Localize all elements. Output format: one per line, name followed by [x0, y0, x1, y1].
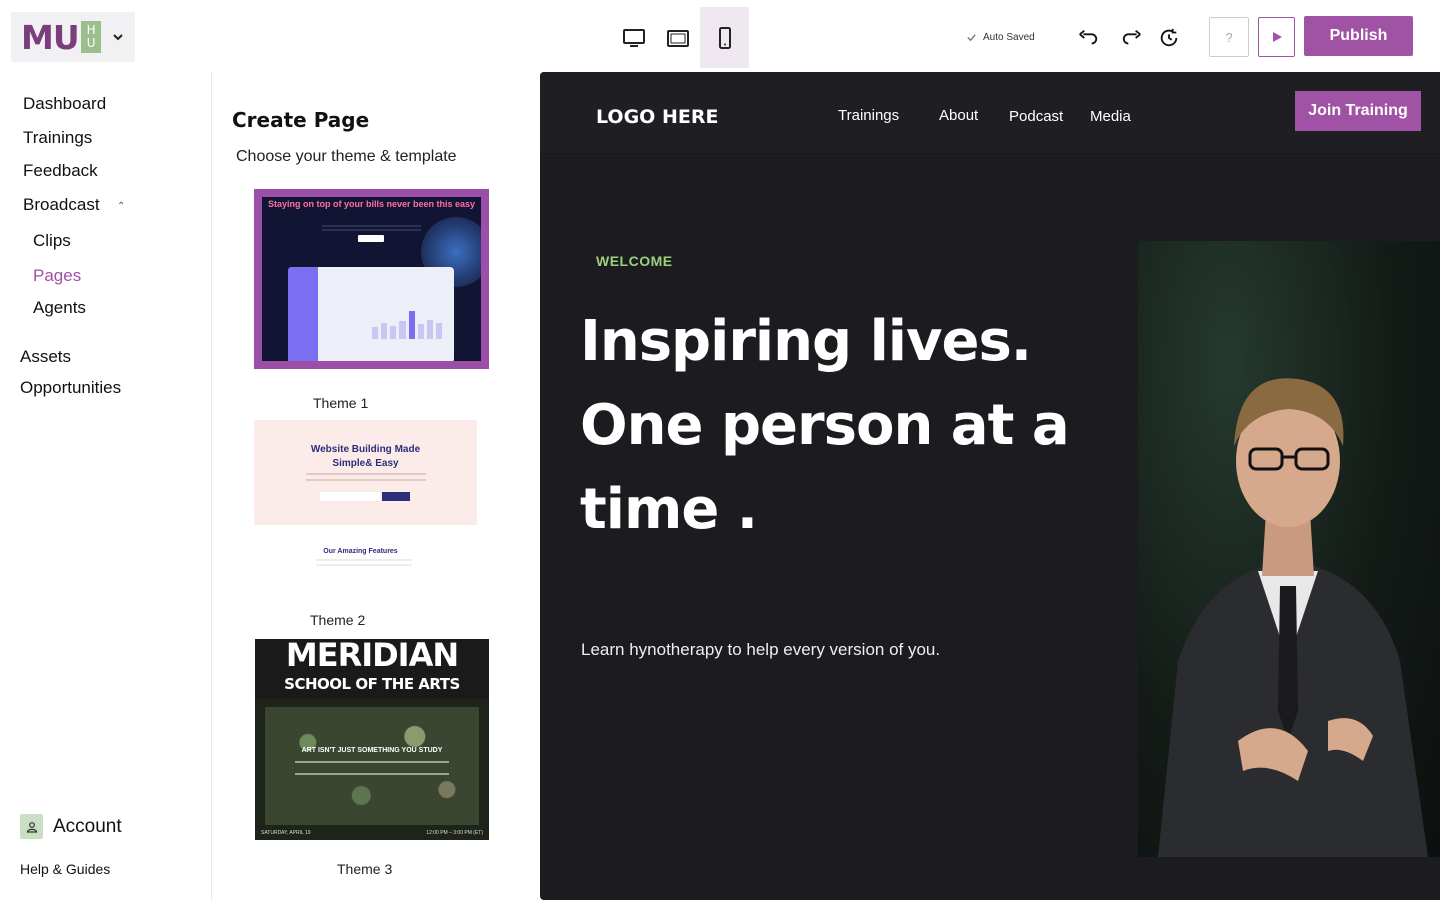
sidebar-item-broadcast[interactable]: Broadcast: [23, 195, 100, 215]
theme-2-features: Our Amazing Features: [254, 548, 477, 566]
redo-icon: [1122, 29, 1141, 45]
preview-logo: LOGO HERE: [596, 106, 719, 128]
mobile-view-button[interactable]: [700, 7, 749, 68]
page-title: Create Page: [232, 108, 370, 132]
theme-3-thumbnail[interactable]: MERIDIAN SCHOOL OF THE ARTS ART ISN'T JU…: [255, 639, 489, 840]
panel-subtitle: Choose your theme & template: [236, 148, 457, 165]
theme-2-label: Theme 2: [310, 612, 366, 628]
theme-3-time: 12:00 PM – 3:00 PM (ET): [426, 830, 483, 836]
theme-3-title: MERIDIAN: [285, 639, 459, 674]
brand-logo: MU HU: [21, 21, 101, 54]
sidebar-item-trainings[interactable]: Trainings: [23, 128, 92, 148]
hero-portrait-illustration: [1158, 378, 1428, 857]
theme-panel: Create Page Choose your theme & template…: [212, 72, 540, 900]
theme-1-heading: Staying on top of your bills never been …: [267, 199, 476, 209]
theme-1-label: Theme 1: [313, 395, 369, 411]
chevron-up-icon[interactable]: ⌃: [117, 201, 125, 212]
account-label: Account: [53, 815, 122, 837]
device-view-toggle: [612, 7, 749, 68]
undo-icon: [1079, 29, 1098, 45]
user-icon: [26, 821, 37, 833]
theme-1-thumbnail[interactable]: Staying on top of your bills never been …: [254, 189, 489, 369]
desktop-view-button[interactable]: [612, 7, 656, 68]
account-menu[interactable]: Account: [20, 814, 122, 839]
sidebar-item-clips[interactable]: Clips: [33, 231, 71, 251]
preview-button[interactable]: [1258, 17, 1295, 57]
check-icon: [967, 34, 976, 42]
hero-headline: Inspiring lives. One person at a time .: [580, 309, 1070, 542]
help-guides-link[interactable]: Help & Guides: [20, 861, 110, 877]
sidebar-item-feedback[interactable]: Feedback: [23, 161, 98, 181]
preview-nav-about[interactable]: About: [939, 107, 978, 124]
sidebar-item-assets[interactable]: Assets: [20, 347, 71, 367]
undo-button[interactable]: [1076, 26, 1100, 50]
sidebar-item-opportunities[interactable]: Opportunities: [20, 378, 121, 398]
theme-3-subtitle: SCHOOL OF THE ARTS: [284, 675, 460, 693]
chevron-down-icon: [112, 34, 123, 41]
theme-3-label: Theme 3: [337, 861, 393, 877]
theme-2-heading: Website Building Made Simple& Easy: [310, 444, 421, 469]
sidebar: Dashboard Trainings Feedback Broadcast ⌃…: [0, 72, 212, 900]
redo-button[interactable]: [1120, 26, 1144, 50]
theme-3-tagline: ART ISN'T JUST SOMETHING YOU STUDY: [301, 747, 443, 754]
mobile-icon: [718, 26, 731, 49]
page-preview: LOGO HERE Trainings About Podcast Media …: [540, 72, 1440, 900]
hero-image: [1138, 241, 1440, 857]
preview-navbar: LOGO HERE Trainings About Podcast Media …: [540, 72, 1440, 154]
help-button[interactable]: ?: [1209, 17, 1249, 57]
tablet-view-button[interactable]: [656, 7, 700, 68]
hero-subheadline: Learn hynotherapy to help every version …: [581, 640, 941, 659]
autosave-status: Auto Saved: [966, 32, 1035, 43]
history-icon: [1160, 28, 1178, 47]
avatar: [20, 814, 43, 839]
workspace-switcher[interactable]: MU HU: [11, 12, 135, 62]
hero-eyebrow: WELCOME: [596, 253, 673, 269]
sidebar-item-agents[interactable]: Agents: [33, 298, 86, 318]
sidebar-item-pages[interactable]: Pages: [33, 266, 81, 286]
top-bar: MU HU Auto Saved ? Publish: [0, 0, 1440, 72]
theme-3-date: SATURDAY, APRIL 19: [261, 830, 311, 836]
tablet-icon: [667, 29, 689, 47]
sidebar-item-dashboard[interactable]: Dashboard: [23, 94, 106, 114]
preview-nav-media[interactable]: Media: [1090, 108, 1131, 125]
play-icon: [1272, 32, 1282, 42]
preview-nav-podcast[interactable]: Podcast: [1009, 108, 1063, 125]
preview-nav-trainings[interactable]: Trainings: [838, 107, 899, 124]
join-training-button[interactable]: Join Training: [1295, 91, 1421, 131]
desktop-icon: [623, 28, 645, 47]
publish-button[interactable]: Publish: [1304, 16, 1413, 56]
theme-2-thumbnail[interactable]: Website Building Made Simple& Easy: [254, 420, 477, 525]
history-button[interactable]: [1157, 26, 1181, 50]
